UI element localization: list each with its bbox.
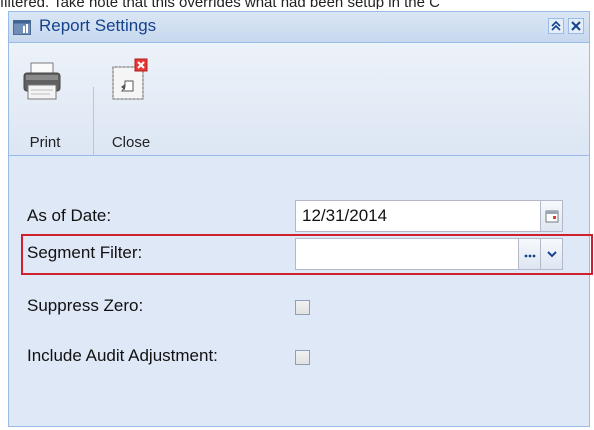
window-title: Report Settings bbox=[39, 16, 157, 35]
segment-filter-input[interactable] bbox=[295, 238, 519, 270]
settings-form: As of Date: 12/31/2014 Segment Filter: S… bbox=[9, 156, 593, 426]
suppress-zero-label: Suppress Zero: bbox=[27, 296, 144, 315]
close-document-icon bbox=[103, 57, 159, 103]
page-caption-fragment: filtered. Take note that this overrides … bbox=[0, 0, 440, 9]
toolbar-separator bbox=[93, 87, 94, 155]
close-x-icon[interactable] bbox=[568, 18, 584, 34]
window-titlebar[interactable]: Report Settings bbox=[9, 12, 589, 43]
calendar-icon[interactable] bbox=[541, 200, 563, 232]
chevron-down-icon[interactable] bbox=[541, 238, 563, 270]
segment-filter-label: Segment Filter: bbox=[27, 243, 143, 262]
close-label: Close bbox=[111, 134, 151, 151]
include-audit-adjustment-checkbox[interactable] bbox=[295, 350, 310, 365]
print-label: Print bbox=[29, 134, 61, 151]
report-settings-window: Report Settings Print Close As of Date: … bbox=[8, 11, 593, 427]
as-of-date-input[interactable]: 12/31/2014 bbox=[295, 200, 541, 232]
suppress-zero-checkbox[interactable] bbox=[295, 300, 310, 315]
ellipsis-icon[interactable] bbox=[519, 238, 541, 270]
report-window-icon bbox=[13, 20, 31, 35]
double-chevron-up-icon[interactable] bbox=[548, 18, 564, 34]
print-button[interactable]: Print bbox=[17, 53, 73, 151]
printer-icon bbox=[17, 57, 73, 103]
include-audit-adjustment-label: Include Audit Adjustment: bbox=[27, 346, 218, 365]
close-button[interactable]: Close bbox=[103, 53, 159, 151]
as-of-date-label: As of Date: bbox=[27, 206, 112, 225]
toolbar: Print Close bbox=[9, 43, 589, 156]
